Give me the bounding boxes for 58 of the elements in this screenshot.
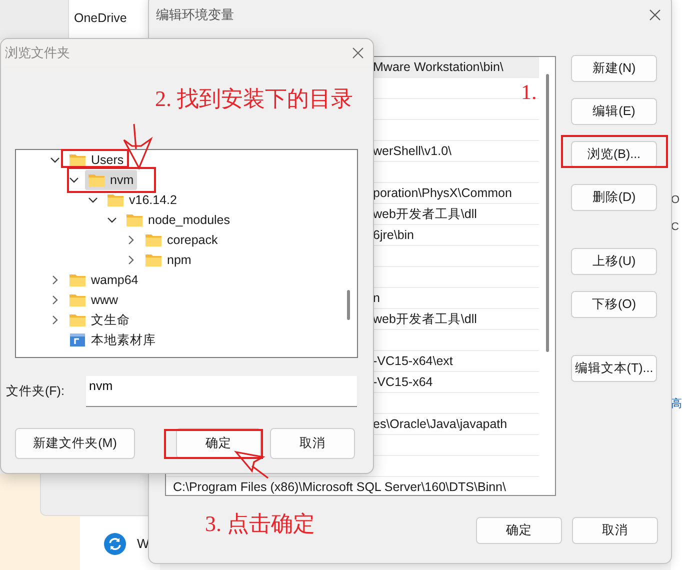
annotation-text: 3. 点击确定 bbox=[205, 513, 315, 535]
dialog-button[interactable]: 新建文件夹(M) bbox=[15, 428, 135, 459]
setting-text: 高 bbox=[671, 399, 682, 410]
arrow bbox=[235, 451, 269, 479]
tree-item[interactable]: Users bbox=[66, 150, 127, 170]
folder-icon bbox=[126, 213, 143, 227]
tree-item[interactable]: v16.14.2 bbox=[104, 190, 180, 210]
chevron-down-icon[interactable] bbox=[88, 195, 98, 205]
dialog-button[interactable]: 取消 bbox=[572, 517, 658, 544]
folder-icon bbox=[69, 273, 86, 287]
folder-icon bbox=[69, 293, 86, 307]
tree-item[interactable]: npm bbox=[142, 250, 194, 270]
dialog-button[interactable]: 新建(N) bbox=[571, 55, 657, 82]
scrollbar-thumb[interactable] bbox=[347, 290, 350, 320]
input-field[interactable]: nvm bbox=[86, 376, 357, 407]
dialog-button[interactable]: 下移(O) bbox=[571, 291, 657, 318]
chevron-right-icon[interactable] bbox=[126, 255, 136, 265]
chevron-down-icon[interactable] bbox=[69, 175, 79, 185]
dialog-button[interactable]: 取消 bbox=[270, 428, 355, 459]
chevron-down-icon[interactable] bbox=[107, 215, 117, 225]
chevron-right-icon[interactable] bbox=[50, 275, 60, 285]
chevron-down-icon[interactable] bbox=[50, 155, 60, 165]
folder-icon bbox=[107, 193, 124, 207]
tree-item[interactable]: 文生命 bbox=[66, 310, 133, 330]
folder-icon bbox=[69, 313, 86, 327]
folder-icon bbox=[69, 153, 86, 167]
arrow bbox=[123, 123, 153, 170]
annotation-text: 1. bbox=[521, 82, 537, 103]
window-title: 编辑环境变量 bbox=[156, 6, 234, 24]
field-label: 文件夹(F): bbox=[6, 383, 66, 400]
dialog-button[interactable]: 编辑(E) bbox=[571, 98, 657, 125]
annotation-text: 2. 找到安装下的目录 bbox=[155, 88, 353, 110]
close-icon[interactable] bbox=[352, 47, 364, 59]
library-icon bbox=[69, 333, 86, 347]
dialog-button[interactable]: 删除(D) bbox=[571, 184, 657, 211]
tree-item[interactable]: node_modules bbox=[123, 210, 234, 230]
dialog-button[interactable]: 确定 bbox=[476, 517, 562, 544]
tree-item[interactable]: wamp64 bbox=[66, 270, 142, 290]
scrollbar-thumb[interactable] bbox=[546, 74, 549, 352]
dialog-button[interactable]: 编辑文本(T)... bbox=[571, 355, 657, 382]
chevron-right-icon[interactable] bbox=[50, 315, 60, 325]
refresh-icon bbox=[104, 532, 126, 554]
highlight-box bbox=[61, 149, 129, 168]
close-icon[interactable] bbox=[649, 9, 661, 21]
tree-item[interactable]: corepack bbox=[142, 230, 221, 250]
list-item[interactable]: OneDrive bbox=[69, 0, 149, 25]
dialog-button[interactable]: 上移(U) bbox=[571, 248, 657, 275]
window-title: 浏览文件夹 bbox=[5, 44, 70, 62]
chevron-right-icon[interactable] bbox=[126, 235, 136, 245]
dialog-button[interactable]: 浏览(B)... bbox=[571, 141, 657, 168]
folder-icon bbox=[145, 253, 162, 267]
list-row[interactable]: C:\Program Files (x86)\Microsoft SQL Server\160\DTS\Binn\ bbox=[166, 477, 539, 495]
tree-item[interactable]: 本地素材库 bbox=[66, 330, 159, 350]
folder-icon bbox=[145, 233, 162, 247]
tree-item[interactable]: www bbox=[66, 290, 122, 310]
chevron-right-icon[interactable] bbox=[50, 295, 60, 305]
folder-icon bbox=[88, 173, 105, 187]
tree-item[interactable]: nvm bbox=[85, 170, 137, 190]
